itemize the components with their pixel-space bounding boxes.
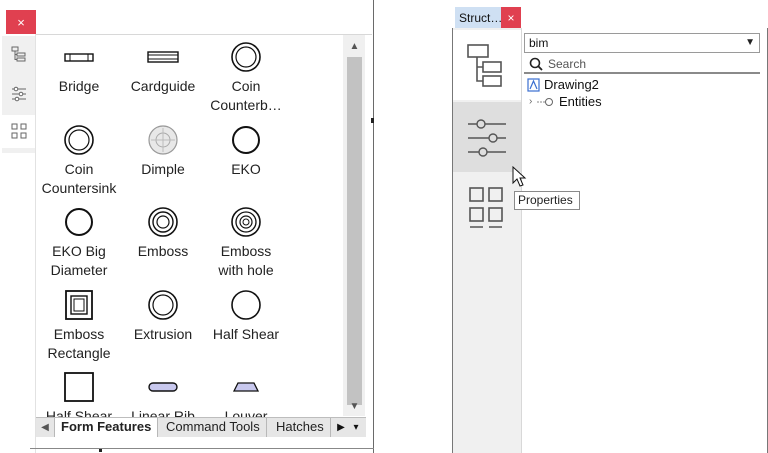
- louver-icon: [232, 382, 260, 392]
- eko-icon: [232, 126, 260, 154]
- chevron-down-icon[interactable]: ▼: [745, 34, 755, 52]
- tick-mark: [371, 118, 374, 123]
- library-grid-icon: [11, 123, 27, 139]
- half-shear-rectangle-icon: [64, 372, 94, 402]
- close-button[interactable]: ×: [6, 10, 36, 34]
- library-item[interactable]: Cardguide: [116, 43, 210, 96]
- emboss-icon: [148, 207, 178, 237]
- tab-bar: ◀ Form Features Command Tools Hatches ▶ …: [36, 417, 366, 437]
- vertical-scrollbar[interactable]: ▲ ▼: [343, 35, 365, 416]
- scroll-down-icon[interactable]: ▼: [347, 399, 362, 413]
- rail-item-properties[interactable]: [453, 102, 521, 172]
- library-item[interactable]: Emboss Rectangle: [36, 289, 126, 363]
- drawing-file-icon: [527, 78, 540, 92]
- library-item[interactable]: Half Shear: [199, 289, 293, 344]
- tree-item-label: Entities: [559, 94, 602, 109]
- library-grid-icon: [469, 187, 503, 228]
- dropdown-value: bim: [529, 36, 549, 50]
- tree-item-label: Drawing2: [544, 77, 599, 92]
- bridge-icon: [64, 53, 94, 62]
- library-item[interactable]: Coin Countersink: [36, 124, 126, 198]
- library-item[interactable]: Half Shear: [36, 371, 126, 417]
- divider: [521, 28, 522, 453]
- extrusion-icon: [148, 290, 178, 320]
- panel-tab-title[interactable]: Struct…: [455, 7, 501, 29]
- library-item[interactable]: Coin Counterb…: [199, 41, 293, 115]
- emboss-rectangle-icon: [65, 290, 93, 320]
- eko-big-diameter-icon: [65, 208, 93, 236]
- library-item[interactable]: Dimple: [116, 124, 210, 179]
- mouse-cursor-icon: [512, 166, 527, 187]
- tick-mark: [99, 449, 102, 452]
- expand-chevron-icon[interactable]: ›: [529, 93, 532, 111]
- library-item[interactable]: Louver: [199, 371, 293, 417]
- divider: [373, 0, 374, 453]
- tab-form-features[interactable]: Form Features: [54, 418, 159, 437]
- tooltip: Properties: [514, 191, 580, 210]
- tab-menu-icon[interactable]: ▾: [349, 418, 363, 437]
- tab-command-tools[interactable]: Command Tools: [160, 418, 267, 437]
- search-icon: [529, 57, 543, 71]
- close-button[interactable]: ×: [501, 7, 521, 29]
- structure-tree-icon: [467, 44, 502, 87]
- coin-counterbore-icon: [231, 42, 261, 72]
- library-item[interactable]: Emboss: [116, 206, 210, 261]
- half-shear-icon: [231, 290, 261, 320]
- structure-tree-icon[interactable]: [11, 46, 27, 62]
- search-input[interactable]: Search: [524, 54, 760, 74]
- rail-item-library[interactable]: [453, 172, 521, 242]
- rail-item-library[interactable]: [2, 115, 36, 148]
- library-item[interactable]: Emboss with hole: [199, 206, 293, 280]
- divider: [30, 448, 374, 449]
- library-item[interactable]: Bridge: [36, 43, 126, 96]
- library-item[interactable]: Extrusion: [116, 289, 210, 344]
- cardguide-icon: [147, 51, 179, 63]
- coin-countersink-icon: [64, 125, 94, 155]
- library-item[interactable]: Linear Rib: [116, 371, 210, 417]
- entity-node-icon: [537, 98, 553, 106]
- rail-item-structure[interactable]: [453, 30, 521, 100]
- properties-sliders-icon[interactable]: [11, 86, 27, 102]
- linear-rib-icon: [148, 382, 178, 392]
- tab-hatches[interactable]: Hatches: [270, 418, 331, 437]
- scroll-up-icon[interactable]: ▲: [347, 39, 362, 53]
- tab-scroll-left-icon[interactable]: ◀: [38, 418, 52, 437]
- library-item[interactable]: EKO Big Diameter: [36, 206, 126, 280]
- library-item[interactable]: EKO: [199, 124, 293, 179]
- emboss-with-hole-icon: [231, 207, 261, 237]
- library-grid: Bridge Cardguide Coin Counterb… Coin Cou…: [36, 35, 342, 417]
- dimple-icon: [148, 125, 178, 155]
- scrollbar-thumb[interactable]: [347, 57, 362, 405]
- tab-scroll-right-icon[interactable]: ▶: [334, 418, 348, 437]
- view-selector-dropdown[interactable]: bim ▼: [524, 33, 760, 53]
- properties-sliders-icon: [468, 119, 506, 157]
- search-placeholder: Search: [548, 57, 587, 71]
